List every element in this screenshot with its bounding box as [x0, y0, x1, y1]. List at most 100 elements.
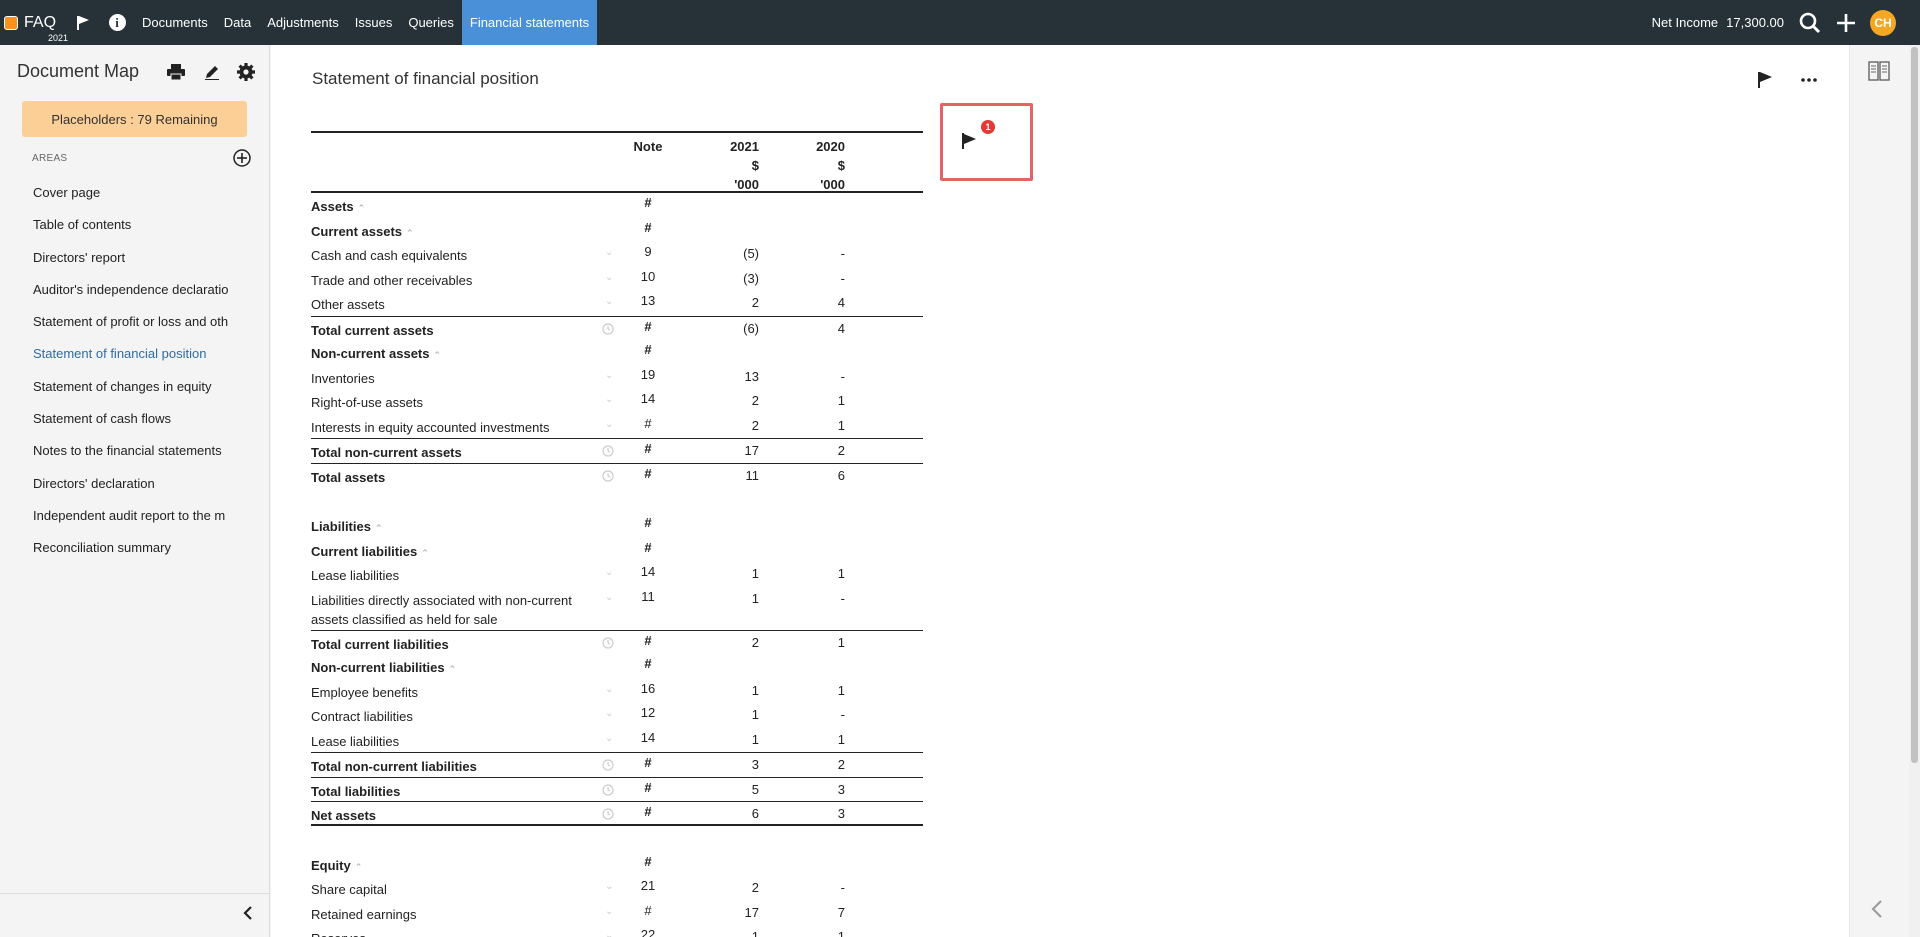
history-icon[interactable] [601, 636, 615, 650]
statement-row[interactable]: Lease liabilities ⌄ 14 1 1 [311, 728, 923, 753]
row-note[interactable]: 16 [633, 681, 663, 696]
row-note[interactable]: # [633, 515, 663, 530]
sidebar-area-item[interactable]: Statement of financial position [33, 342, 228, 374]
sidebar-area-item[interactable]: Auditor's independence declaratio [33, 278, 228, 310]
collapse-caret-icon[interactable]: ⌃ [406, 228, 414, 238]
row-note[interactable]: # [633, 633, 663, 648]
history-icon[interactable] [601, 322, 615, 336]
statement-row[interactable]: Inventories ⌄ 19 13 - [311, 365, 923, 390]
row-expand-chevron-icon[interactable]: ⌄ [605, 684, 613, 695]
statement-row[interactable]: Cash and cash equivalents ⌄ 9 (5) - [311, 242, 923, 267]
row-note[interactable]: 10 [633, 269, 663, 284]
add-area-button[interactable] [232, 148, 252, 168]
placeholders-remaining-badge[interactable]: Placeholders : 79 Remaining [22, 101, 247, 137]
statement-row[interactable]: Total non-current liabilities #3 2 [311, 752, 923, 777]
row-note[interactable]: # [633, 755, 663, 770]
statement-row[interactable]: Total liabilities #5 3 [311, 776, 923, 802]
row-expand-chevron-icon[interactable]: ⌄ [605, 592, 613, 603]
statement-row[interactable]: Employee benefits ⌄ 16 1 1 [311, 679, 923, 704]
nav-data[interactable]: Data [216, 0, 259, 45]
row-note[interactable]: # [633, 780, 663, 795]
add-button[interactable] [1828, 0, 1864, 45]
statement-row[interactable]: Total current liabilities #2 1 [311, 629, 923, 655]
collapse-caret-icon[interactable]: ⌃ [421, 548, 429, 558]
flag-page-button[interactable] [1754, 69, 1776, 91]
sidebar-area-item[interactable]: Notes to the financial statements [33, 439, 228, 471]
nav-issues[interactable]: Issues [347, 0, 401, 45]
row-note[interactable]: # [633, 416, 663, 431]
statement-row[interactable]: Liabilities directly associated with non… [311, 587, 923, 630]
row-note[interactable]: # [633, 656, 663, 671]
history-icon[interactable] [601, 807, 615, 821]
collapse-caret-icon[interactable]: ⌃ [358, 203, 366, 213]
sidebar-area-item[interactable]: Statement of cash flows [33, 407, 228, 439]
statement-row[interactable]: Total current assets # (6) 4 [311, 315, 923, 341]
row-expand-chevron-icon[interactable]: ⌄ [605, 247, 613, 258]
sidebar-area-item[interactable]: Independent audit report to the m [33, 504, 228, 536]
info-button[interactable]: i [100, 0, 134, 45]
row-expand-chevron-icon[interactable]: ⌄ [605, 906, 613, 917]
statement-row[interactable]: Retained earnings ⌄ #17 7 [311, 901, 923, 926]
row-expand-chevron-icon[interactable]: ⌄ [605, 296, 613, 307]
statement-row[interactable]: Other assets ⌄ 13 2 4 [311, 291, 923, 316]
statement-row[interactable]: Trade and other receivables ⌄ 10 (3) - [311, 267, 923, 292]
statement-row[interactable]: Interests in equity accounted investment… [311, 414, 923, 439]
statement-row[interactable]: Equity ⌃ # [311, 852, 923, 877]
collapse-caret-icon[interactable]: ⌃ [375, 523, 383, 533]
flag-comment-callout[interactable]: 1 [940, 103, 1033, 181]
row-note[interactable]: 14 [633, 564, 663, 579]
history-icon[interactable] [601, 758, 615, 772]
row-expand-chevron-icon[interactable]: ⌄ [605, 930, 613, 937]
brand-switcher[interactable]: FAQ 2021 [0, 0, 68, 45]
statement-row[interactable]: Liabilities ⌃ # [311, 513, 923, 538]
history-icon[interactable] [601, 469, 615, 483]
statement-row[interactable]: Non-current assets ⌃ # [311, 340, 923, 365]
collapse-caret-icon[interactable]: ⌃ [355, 862, 363, 872]
row-note[interactable]: # [633, 854, 663, 869]
statement-row[interactable]: Assets ⌃ # [311, 193, 923, 218]
row-note[interactable]: # [633, 319, 663, 334]
statement-row[interactable]: Total assets #11 6 [311, 462, 923, 488]
expand-panel-button[interactable] [1870, 899, 1884, 924]
row-expand-chevron-icon[interactable]: ⌄ [605, 419, 613, 430]
row-note[interactable]: # [633, 441, 663, 456]
vertical-scrollbar[interactable] [1909, 45, 1920, 937]
statement-row[interactable]: Reserves ⌄ 22 1 1 [311, 925, 923, 937]
row-note[interactable]: 21 [633, 878, 663, 893]
statement-row[interactable]: Contract liabilities ⌄ 12 1 - [311, 703, 923, 728]
row-note[interactable]: 11 [633, 589, 663, 604]
row-expand-chevron-icon[interactable]: ⌄ [605, 708, 613, 719]
statement-row[interactable]: Net assets #6 3 [311, 801, 923, 826]
statement-row[interactable]: Share capital ⌄ 21 2 - [311, 876, 923, 901]
nav-queries[interactable]: Queries [400, 0, 462, 45]
row-expand-chevron-icon[interactable]: ⌄ [605, 370, 613, 381]
row-expand-chevron-icon[interactable]: ⌄ [605, 881, 613, 892]
settings-button[interactable] [234, 60, 258, 84]
flag-nav-button[interactable] [66, 0, 100, 45]
history-icon[interactable] [601, 783, 615, 797]
sidebar-area-item[interactable]: Directors' declaration [33, 472, 228, 504]
nav-documents[interactable]: Documents [134, 0, 216, 45]
document-library-button[interactable] [1868, 61, 1890, 86]
collapse-caret-icon[interactable]: ⌃ [449, 664, 457, 674]
row-note[interactable]: # [633, 220, 663, 235]
row-note[interactable]: 14 [633, 730, 663, 745]
row-note[interactable]: # [633, 342, 663, 357]
row-expand-chevron-icon[interactable]: ⌄ [605, 394, 613, 405]
row-expand-chevron-icon[interactable]: ⌄ [605, 272, 613, 283]
row-note[interactable]: # [633, 540, 663, 555]
row-expand-chevron-icon[interactable]: ⌄ [605, 567, 613, 578]
statement-row[interactable]: Current assets ⌃ # [311, 218, 923, 243]
row-note[interactable]: # [633, 466, 663, 481]
row-note[interactable]: 19 [633, 367, 663, 382]
statement-row[interactable]: Current liabilities ⌃ # [311, 538, 923, 563]
sidebar-area-item[interactable]: Cover page [33, 181, 228, 213]
row-note[interactable]: # [633, 903, 663, 918]
print-button[interactable] [164, 60, 188, 84]
user-avatar[interactable]: CH [1870, 9, 1896, 36]
nav-financial-statements[interactable]: Financial statements [461, 0, 598, 45]
sidebar-area-item[interactable]: Reconciliation summary [33, 536, 228, 568]
row-note[interactable]: 9 [633, 244, 663, 259]
sidebar-area-item[interactable]: Table of contents [33, 213, 228, 245]
statement-row[interactable]: Non-current liabilities ⌃ # [311, 654, 923, 679]
